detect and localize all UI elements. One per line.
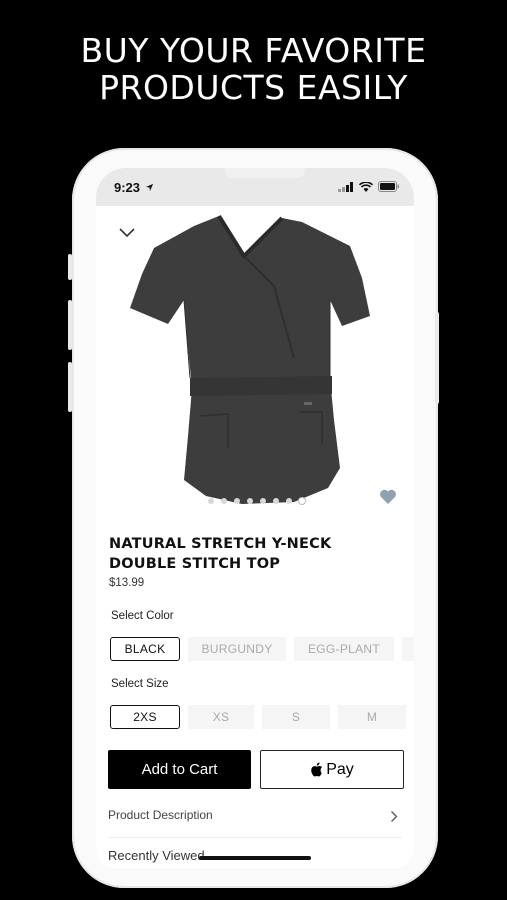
select-color-label: Select Color [111, 610, 174, 622]
status-icons [338, 181, 400, 192]
size-option-xs[interactable]: XS [188, 705, 254, 729]
status-time-text: 9:23 [114, 180, 141, 195]
product-title: NATURAL STRETCH Y-NECK DOUBLE STITCH TOP [109, 536, 332, 572]
recently-viewed-heading: Recently Viewed [108, 848, 205, 863]
pagination-dot[interactable] [208, 498, 214, 504]
phone-volume-up [68, 300, 72, 350]
phone-volume-down [68, 362, 72, 412]
signal-icon [338, 181, 353, 192]
size-option-m[interactable]: M [338, 705, 406, 729]
size-option-2xs[interactable]: 2XS [110, 705, 180, 729]
phone-power-button [435, 312, 439, 404]
section-divider [108, 837, 402, 838]
pagination-dot[interactable] [234, 498, 240, 504]
battery-icon [378, 181, 399, 192]
close-chevron-down-icon[interactable] [118, 226, 136, 238]
pagination-dot[interactable] [247, 498, 253, 504]
home-indicator[interactable] [199, 856, 311, 860]
status-time: 9:23 [114, 180, 154, 195]
size-option-s[interactable]: S [262, 705, 330, 729]
size-options: 2XS XS S M [110, 705, 406, 729]
product-price: $13.99 [109, 577, 145, 589]
color-options: BLACK BURGUNDY EGG-PLANT [110, 637, 414, 661]
product-image[interactable] [124, 208, 388, 508]
chevron-right-icon [391, 811, 398, 822]
wifi-icon [359, 181, 373, 192]
select-size-label: Select Size [111, 678, 169, 690]
color-option-burgundy[interactable]: BURGUNDY [188, 637, 286, 661]
app-screen: 9:23 NATURAL STRETCH Y-NECK DOUBLE STITC… [96, 168, 414, 868]
color-option-more[interactable] [402, 637, 414, 661]
image-pagination-dots[interactable] [208, 498, 305, 504]
pagination-dot[interactable] [260, 498, 266, 504]
pagination-dot-active[interactable] [299, 498, 305, 504]
apple-pay-button[interactable]: Pay [260, 750, 404, 789]
pagination-dot[interactable] [273, 498, 279, 504]
headline-line-1: BUY YOUR FAVORITE [80, 31, 427, 70]
product-description-label: Product Description [108, 808, 213, 822]
pagination-dot[interactable] [286, 498, 292, 504]
apple-pay-label: Pay [326, 760, 354, 778]
apple-logo-icon [311, 762, 323, 777]
status-bar: 9:23 [96, 168, 414, 206]
phone-notch [225, 168, 305, 178]
product-description-row[interactable]: Product Description [108, 808, 402, 830]
color-option-black[interactable]: BLACK [110, 637, 180, 661]
headline-line-2: PRODUCTS EASILY [99, 68, 408, 107]
wishlist-heart-icon[interactable] [379, 489, 397, 505]
phone-mute-switch [68, 254, 72, 280]
color-option-egg-plant[interactable]: EGG-PLANT [294, 637, 394, 661]
pagination-dot[interactable] [221, 498, 227, 504]
add-to-cart-button[interactable]: Add to Cart [108, 750, 251, 789]
location-arrow-icon [145, 183, 153, 192]
promo-headline: BUY YOUR FAVORITE PRODUCTS EASILY [0, 32, 507, 106]
